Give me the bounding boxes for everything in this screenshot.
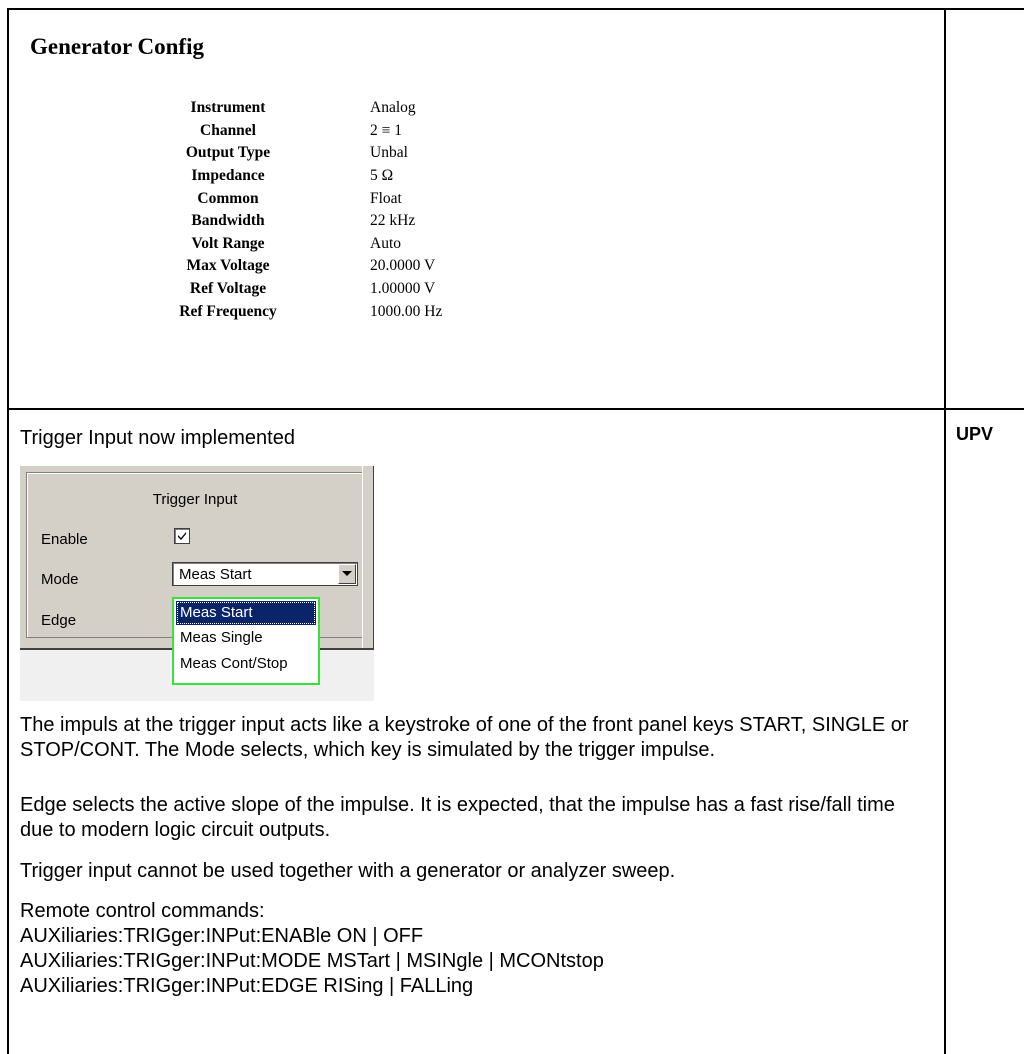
dropdown-option-meas-single[interactable]: Meas Single: [176, 626, 316, 650]
config-row: Ref Voltage 1.00000 V: [118, 278, 678, 301]
config-label: Ref Voltage: [189, 280, 267, 298]
config-row: Bandwidth 22 kHz: [118, 210, 678, 233]
remote-commands-block: Remote control commands: AUXiliaries:TRI…: [20, 899, 920, 999]
enable-label: Enable: [41, 531, 88, 548]
config-label: Impedance: [191, 167, 265, 185]
instrument-tag: UPV: [956, 424, 994, 444]
generator-config-table: Instrument Analog Channel 2 ≡ 1 Output T…: [118, 97, 678, 323]
remote-command: AUXiliaries:TRIGger:INPut:ENABle ON | OF…: [20, 925, 424, 947]
config-label: Ref Frequency: [179, 302, 277, 320]
config-row: Volt Range Auto: [118, 233, 678, 256]
config-label: Common: [197, 189, 259, 207]
config-value: 22 kHz: [370, 212, 416, 230]
trigger-input-dialog: Trigger Input Enable Mode Edge Meas Star…: [20, 466, 374, 701]
config-row: Instrument Analog: [118, 97, 678, 120]
remote-command: AUXiliaries:TRIGger:INPut:MODE MSTart | …: [20, 950, 604, 972]
config-label: Output Type: [185, 144, 271, 162]
config-row: Max Voltage 20.0000 V: [118, 255, 678, 278]
edge-label: Edge: [41, 612, 77, 629]
config-value: Auto: [370, 234, 401, 252]
config-row: Channel 2 ≡ 1: [118, 120, 678, 143]
config-value: 2 ≡ 1: [370, 121, 402, 139]
remote-heading: Remote control commands:: [20, 900, 265, 922]
paragraph-sweep-note: Trigger input cannot be used together wi…: [20, 860, 676, 882]
checkmark-icon: [178, 532, 186, 540]
paragraph-mode-description: The impuls at the trigger input acts lik…: [20, 714, 909, 761]
config-row: Impedance 5 Ω: [118, 165, 678, 188]
config-value: Unbal: [370, 144, 408, 162]
chevron-down-icon: [342, 571, 352, 576]
enable-checkbox[interactable]: [174, 528, 190, 544]
config-label: Bandwidth: [191, 212, 265, 230]
config-row: Ref Frequency 1000.00 Hz: [118, 300, 678, 323]
table-top-border: [7, 8, 1024, 10]
config-value: 5 Ω: [370, 167, 394, 185]
row-divider: [7, 408, 1024, 410]
config-value: Analog: [370, 99, 416, 117]
dropdown-button[interactable]: [338, 564, 356, 584]
config-label: Volt Range: [191, 234, 265, 252]
section-heading: Trigger Input now implemented: [20, 427, 295, 449]
dialog-scroll-edge: [362, 466, 373, 648]
config-row: Common Float: [118, 187, 678, 210]
config-label: Max Voltage: [186, 257, 270, 275]
dialog-title: Trigger Input: [152, 491, 238, 508]
mode-select[interactable]: Meas Start: [172, 562, 358, 586]
mode-select-value: Meas Start: [179, 566, 252, 583]
paragraph-edge-description: Edge selects the active slope of the imp…: [20, 794, 895, 841]
generator-config-title: Generator Config: [30, 34, 204, 59]
config-label: Channel: [200, 121, 256, 139]
config-value: 20.0000 V: [370, 257, 436, 275]
remote-command: AUXiliaries:TRIGger:INPut:EDGE RISing | …: [20, 975, 474, 997]
dropdown-option-meas-cont-stop[interactable]: Meas Cont/Stop: [176, 652, 316, 676]
config-value: 1.00000 V: [370, 280, 436, 298]
config-label: Instrument: [190, 99, 266, 117]
config-value: 1000.00 Hz: [370, 302, 443, 320]
dropdown-option-meas-start[interactable]: Meas Start: [176, 601, 316, 625]
config-value: Float: [370, 189, 402, 207]
mode-dropdown-list: Meas Start Meas Single Meas Cont/Stop: [172, 597, 320, 685]
mode-label: Mode: [41, 571, 79, 588]
column-divider: [944, 8, 946, 1054]
config-row: Output Type Unbal: [118, 142, 678, 165]
table-left-border: [7, 8, 9, 1054]
